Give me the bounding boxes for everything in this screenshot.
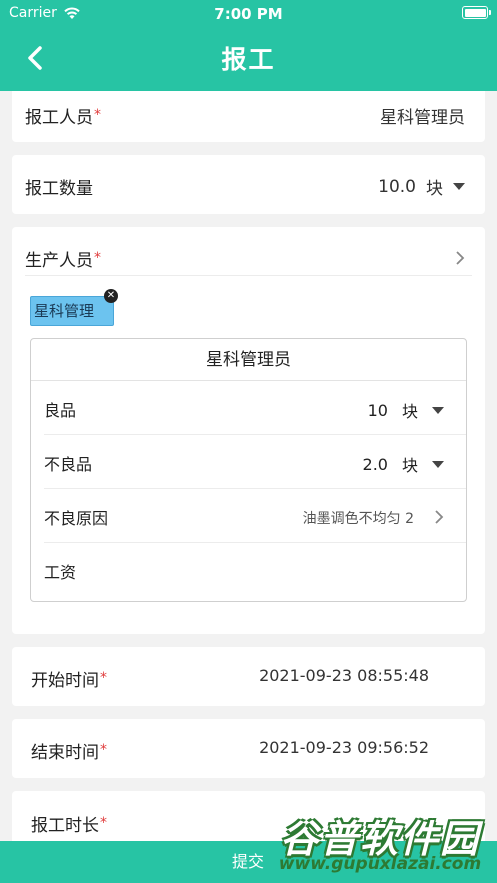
quantity-value: 10.0 <box>378 176 416 197</box>
watermark-text: 谷普软件园 <box>279 817 480 861</box>
defective-value: 2.0 <box>362 454 388 474</box>
producer-name: 星科管理员 <box>31 339 466 381</box>
close-icon[interactable]: ✕ <box>104 289 118 303</box>
status-time: 7:00 PM <box>214 5 283 23</box>
reporter-row: 报工人员* 星科管理员 <box>12 91 485 142</box>
required-mark: * <box>94 107 101 123</box>
defective-row: 不良品 2.0 块 <box>31 435 466 489</box>
start-time-value: 2021-09-23 08:55:48 <box>259 666 429 685</box>
start-time-row[interactable]: 开始时间* 2021-09-23 08:55:48 <box>12 647 485 706</box>
quantity-row: 报工数量 10.0 块 <box>12 155 485 214</box>
reason-row[interactable]: 不良原因 油墨调色不均匀 2 <box>31 489 466 543</box>
required-mark: * <box>94 250 101 266</box>
good-label: 良品 <box>44 401 77 420</box>
producer-detail-table: 星科管理员 良品 10 块 不良品 2.0 块 不良原因 油墨调色不均匀 2 工… <box>30 338 467 602</box>
divider <box>25 275 472 276</box>
producers-label: 生产人员* <box>25 250 101 271</box>
page-title: 报工 <box>221 45 276 74</box>
quantity-unit: 块 <box>426 179 443 199</box>
end-time-value: 2021-09-23 09:56:52 <box>259 738 429 757</box>
watermark-logo: 谷普软件园 www.gupuxlazai.com <box>267 802 493 878</box>
navigation-bar: Carrier 7:00 PM 报工 <box>0 0 497 91</box>
reason-value: 油墨调色不均匀 2 <box>302 511 414 527</box>
reporter-label: 报工人员* <box>25 107 101 128</box>
quantity-selector[interactable]: 10.0 块 <box>378 174 465 199</box>
reason-label: 不良原因 <box>44 509 109 528</box>
end-time-row[interactable]: 结束时间* 2021-09-23 09:56:52 <box>12 719 485 778</box>
duration-label: 报工时长* <box>31 815 107 836</box>
good-row: 良品 10 块 <box>31 381 466 435</box>
required-mark: * <box>100 670 107 686</box>
defective-selector[interactable]: 2.0 块 <box>363 452 444 476</box>
quantity-label: 报工数量 <box>25 179 93 199</box>
watermark-url: www.gupuxlazai.com <box>278 854 482 874</box>
good-unit: 块 <box>401 402 418 421</box>
status-bar: Carrier 7:00 PM <box>0 0 497 26</box>
submit-label: 提交 <box>232 852 265 871</box>
reporter-value: 星科管理员 <box>380 108 465 128</box>
producer-tag[interactable]: 星科管理 <box>30 296 114 326</box>
chevron-right-icon <box>435 510 444 524</box>
required-mark: * <box>100 815 107 831</box>
good-value: 10 <box>367 400 388 420</box>
caret-down-icon <box>432 460 444 468</box>
wage-label: 工资 <box>44 563 77 582</box>
chevron-right-icon[interactable] <box>455 250 465 266</box>
battery-icon <box>462 6 491 19</box>
caret-down-icon <box>432 406 444 414</box>
defective-label: 不良品 <box>44 455 93 474</box>
end-time-label: 结束时间* <box>31 742 107 763</box>
required-mark: * <box>100 742 107 758</box>
good-selector[interactable]: 10 块 <box>368 398 444 422</box>
defective-unit: 块 <box>401 456 418 475</box>
caret-down-icon <box>453 183 465 190</box>
start-time-label: 开始时间* <box>31 670 107 691</box>
wage-row[interactable]: 工资 <box>31 543 466 597</box>
